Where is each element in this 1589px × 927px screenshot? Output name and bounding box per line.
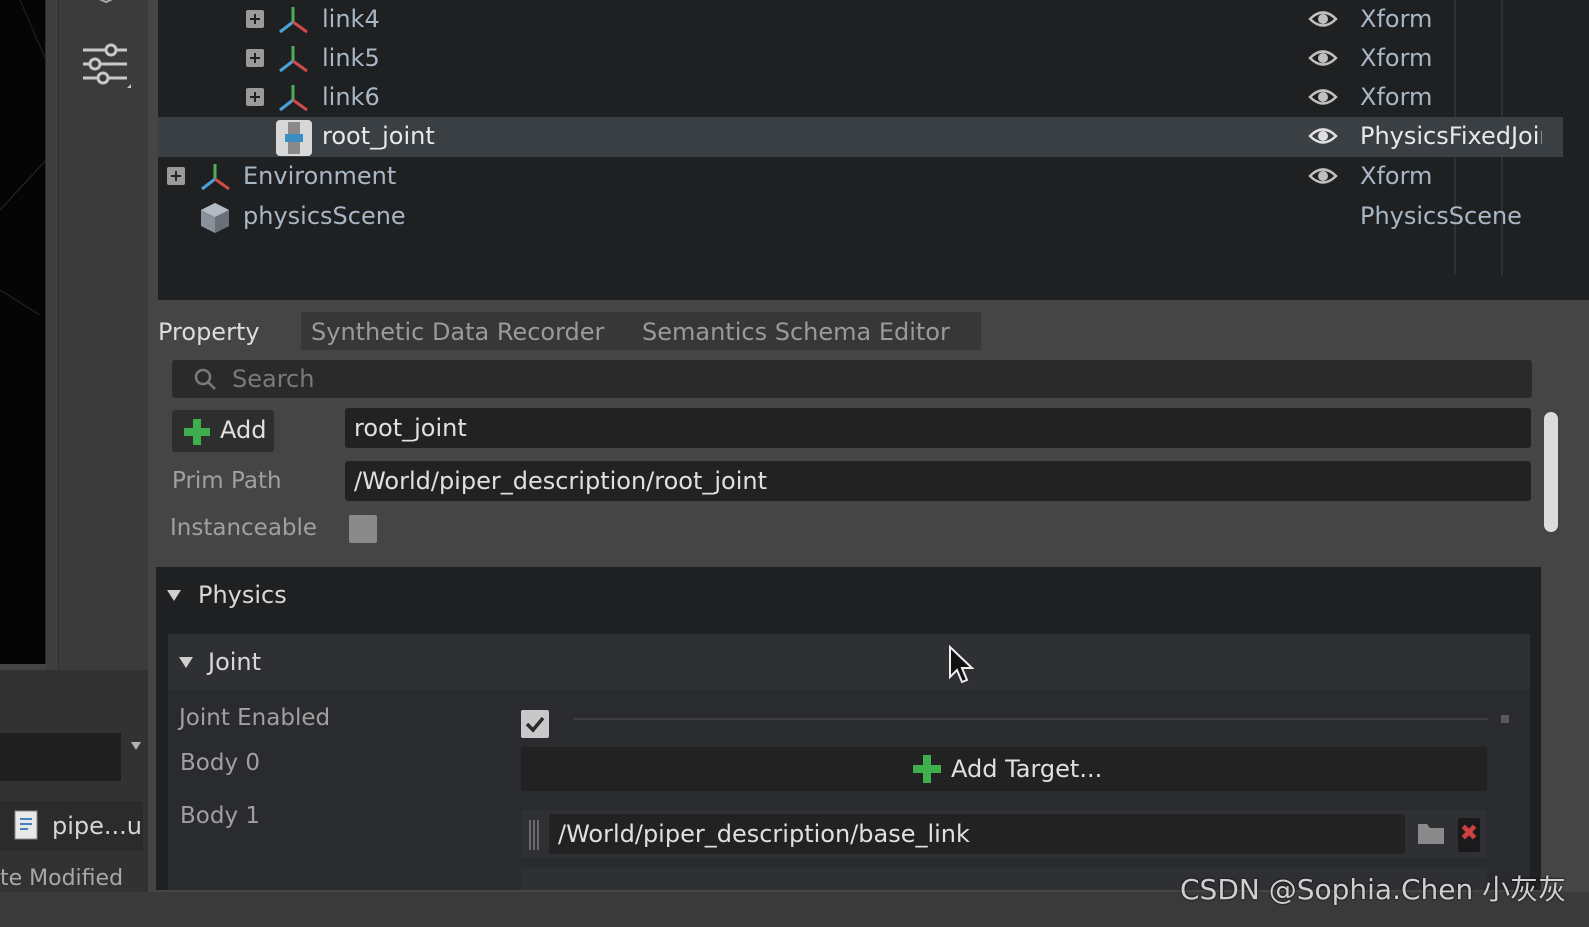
cube-icon xyxy=(201,203,229,233)
joint-enabled-checkbox[interactable] xyxy=(521,710,549,738)
instanceable-label: Instanceable xyxy=(170,515,318,541)
visibility-eye-icon[interactable] xyxy=(1308,165,1338,187)
add-button[interactable]: Add xyxy=(172,410,274,452)
prim-path-field[interactable]: /World/piper_description/root_joint xyxy=(345,461,1531,501)
visibility-eye-icon[interactable] xyxy=(1308,8,1338,30)
collapse-triangle-icon[interactable] xyxy=(179,657,193,668)
expand-icon[interactable] xyxy=(167,167,185,185)
prim-type: Xform xyxy=(1360,83,1433,111)
prim-type: PhysicsScene xyxy=(1360,202,1522,230)
viewport-toolbar xyxy=(58,0,148,670)
xform-axis-icon xyxy=(279,85,308,112)
xform-axis-icon xyxy=(279,7,308,34)
instanceable-checkbox[interactable] xyxy=(349,515,377,543)
add-target-button[interactable]: Add Target... xyxy=(521,747,1487,791)
urdf-file-icon xyxy=(14,810,38,840)
folder-icon[interactable] xyxy=(1416,820,1446,846)
visibility-eye-icon[interactable] xyxy=(1308,125,1338,147)
expand-icon[interactable] xyxy=(246,10,264,28)
prim-name: physicsScene xyxy=(243,202,406,230)
joint-section: Joint Joint Enabled Body 0 Add Target...… xyxy=(168,634,1530,890)
search-input[interactable]: Search xyxy=(232,364,1512,394)
xform-axis-icon xyxy=(279,46,308,73)
stage-row-link5[interactable]: link5 Xform xyxy=(158,39,1563,79)
visibility-eye-icon[interactable] xyxy=(1308,47,1338,69)
body1-target-row: /World/piper_description/base_link ✖ xyxy=(521,810,1487,858)
add-target-label: Add Target... xyxy=(951,755,1103,783)
prim-name: link4 xyxy=(322,5,380,33)
checkmark-icon xyxy=(525,716,545,733)
prim-name: root_joint xyxy=(322,122,435,150)
prim-name: link6 xyxy=(322,83,380,111)
file-name: pipe...ur xyxy=(52,812,143,840)
viewport-border xyxy=(46,0,58,670)
body1-path-field[interactable]: /World/piper_description/base_link xyxy=(549,814,1405,854)
drag-handle-icon[interactable] xyxy=(527,818,541,852)
tab-property[interactable]: Property xyxy=(148,312,308,352)
settings-sliders-icon[interactable] xyxy=(81,42,131,90)
fixed-joint-icon xyxy=(276,120,312,156)
body0-label: Body 0 xyxy=(180,750,261,776)
collapse-triangle-icon[interactable] xyxy=(167,590,181,601)
prim-type: Xform xyxy=(1360,44,1433,72)
stage-row-environment[interactable]: Environment Xform xyxy=(158,157,1563,197)
scrollbar-thumb[interactable] xyxy=(1544,412,1558,532)
physics-section: Physics Joint Joint Enabled Body 0 Add T… xyxy=(156,567,1541,890)
stage-row-link4[interactable]: link4 Xform xyxy=(158,0,1563,40)
plus-icon xyxy=(184,419,210,445)
expand-icon[interactable] xyxy=(246,88,264,106)
joint-enabled-label: Joint Enabled xyxy=(179,705,331,731)
physics-section-header[interactable]: Physics xyxy=(156,567,1541,623)
mouse-cursor-icon xyxy=(949,645,975,684)
property-panel: Search Add root_joint Prim Path /World/p… xyxy=(148,350,1589,890)
stage-row-root-joint[interactable]: root_joint PhysicsFixedJoint xyxy=(158,117,1563,157)
stage-tree: link4 Xform link5 Xform link6 Xform root… xyxy=(158,0,1589,300)
prim-type: Xform xyxy=(1360,162,1433,190)
watermark: CSDN @Sophia.Chen 小灰灰 xyxy=(1180,873,1567,906)
body1-label: Body 1 xyxy=(180,803,261,829)
plus-icon xyxy=(913,755,941,783)
joint-enabled-separator xyxy=(573,718,1488,720)
prim-type: PhysicsFixedJoint xyxy=(1360,122,1542,150)
prim-name: link5 xyxy=(322,44,380,72)
date-modified-column-header[interactable]: te Modified xyxy=(0,866,143,891)
prim-path-label: Prim Path xyxy=(172,468,282,494)
reset-default-indicator[interactable] xyxy=(1501,715,1509,723)
tab-synthetic-data-recorder[interactable]: Synthetic Data Recorder xyxy=(301,312,639,352)
cube-icon[interactable] xyxy=(86,0,126,8)
chevron-down-icon[interactable] xyxy=(131,742,141,750)
stage-row-link6[interactable]: link6 Xform xyxy=(158,78,1563,118)
prim-type: Xform xyxy=(1360,5,1433,33)
tab-semantics-schema-editor[interactable]: Semantics Schema Editor xyxy=(632,312,981,352)
joint-section-header[interactable]: Joint xyxy=(168,634,1530,690)
joint-title: Joint xyxy=(208,648,262,676)
viewport[interactable] xyxy=(0,0,46,664)
property-search[interactable]: Search xyxy=(172,360,1532,398)
physics-title: Physics xyxy=(198,581,287,609)
expand-icon[interactable] xyxy=(246,49,264,67)
content-file-item[interactable]: pipe...ur xyxy=(0,801,143,851)
visibility-eye-icon[interactable] xyxy=(1308,86,1338,108)
viewport-grid xyxy=(0,0,45,316)
add-button-label: Add xyxy=(220,416,267,444)
panel-tabs: Property Synthetic Data Recorder Semanti… xyxy=(148,308,1589,352)
content-path-dropdown[interactable] xyxy=(0,733,121,781)
search-icon xyxy=(194,368,216,390)
remove-target-button[interactable]: ✖ xyxy=(1458,818,1480,852)
xform-axis-icon xyxy=(201,164,230,191)
prim-name-field[interactable]: root_joint xyxy=(345,408,1531,448)
prim-name: Environment xyxy=(243,162,397,190)
stage-row-physics-scene[interactable]: physicsScene PhysicsScene xyxy=(158,197,1563,237)
